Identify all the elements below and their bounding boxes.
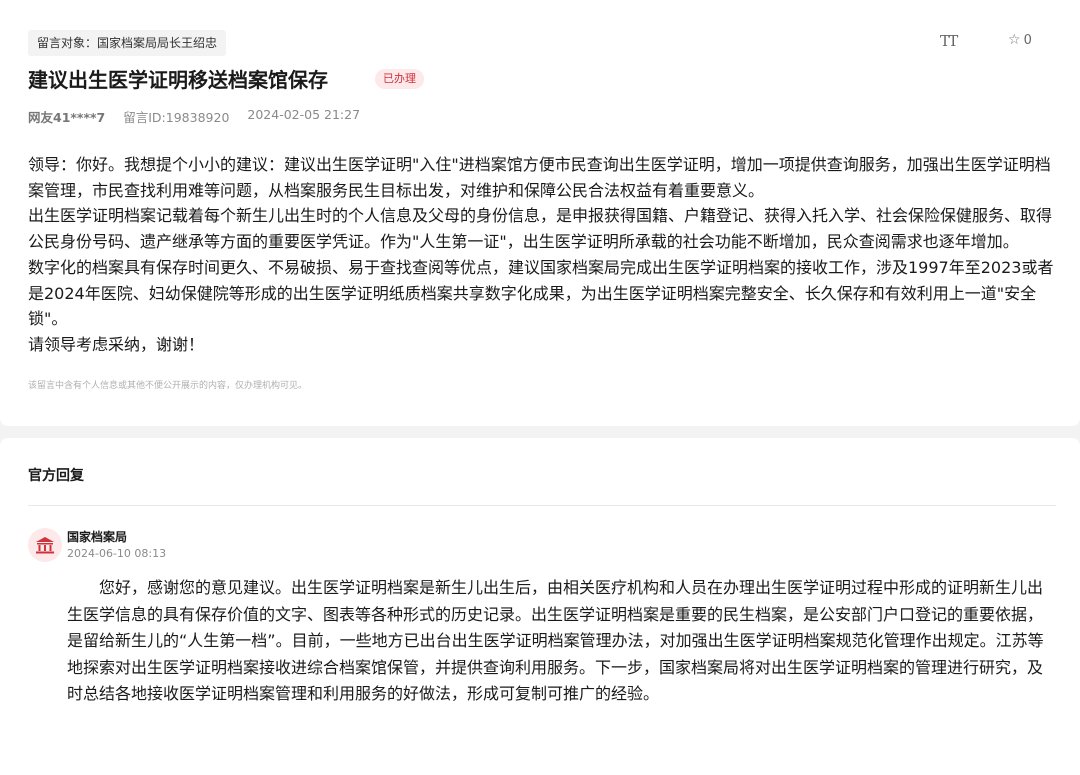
author-name: 网友41****7 <box>28 110 106 125</box>
reply-heading: 官方回复 <box>28 468 84 484</box>
reply-date: 2024-06-10 08:13 <box>67 547 167 560</box>
star-outline-icon: ☆ <box>1008 32 1021 48</box>
recipient-tag: 留言对象：国家档案局局长王绍忠 <box>28 30 227 56</box>
message-card: 留言对象：国家档案局局长王绍忠 TT ☆ 0 建议出生医学证明移送档案馆保存 已… <box>0 0 1080 426</box>
privacy-notice: 该留言中含有个人信息或其他不便公开展示的内容，仅办理机构可见。 <box>28 381 308 391</box>
font-size-icon[interactable]: TT <box>940 32 958 50</box>
message-meta: 网友41****7 留言ID:19838920 2024-02-05 21:27 <box>28 107 360 126</box>
message-body: 领导：你好。我想提个小小的建议：建议出生医学证明"入住"进档案馆方便市民查询出生… <box>28 152 1058 358</box>
message-paragraph: 请领导考虑采纳，谢谢！ <box>28 334 205 354</box>
favorite-count: 0 <box>1023 32 1032 48</box>
reply-org-name: 国家档案局 <box>67 530 128 544</box>
message-paragraph: 领导：你好。我想提个小小的建议：建议出生医学证明"入住"进档案馆方便市民查询出生… <box>28 155 1051 200</box>
page-title: 建议出生医学证明移送档案馆保存 <box>28 68 328 92</box>
message-datetime: 2024-02-05 21:27 <box>247 107 361 122</box>
message-id: 留言ID:19838920 <box>123 110 230 125</box>
status-badge: 已办理 <box>375 69 424 89</box>
government-building-icon <box>36 537 54 554</box>
org-avatar <box>28 528 62 562</box>
message-paragraph: 数字化的档案具有保存时间更久、不易破损、易于查找查阅等优点，建议国家档案局完成出… <box>28 257 1054 329</box>
message-paragraph: 出生医学证明档案记载着每个新生儿出生时的个人信息及父母的身份信息，是申报获得国籍… <box>28 206 1053 252</box>
divider <box>28 505 1056 506</box>
reply-body: 您好，感谢您的意见建议。出生医学证明档案是新生儿出生后，由相关医疗机构和人员在办… <box>67 578 1044 703</box>
favorite-button[interactable]: ☆ 0 <box>1008 32 1032 48</box>
